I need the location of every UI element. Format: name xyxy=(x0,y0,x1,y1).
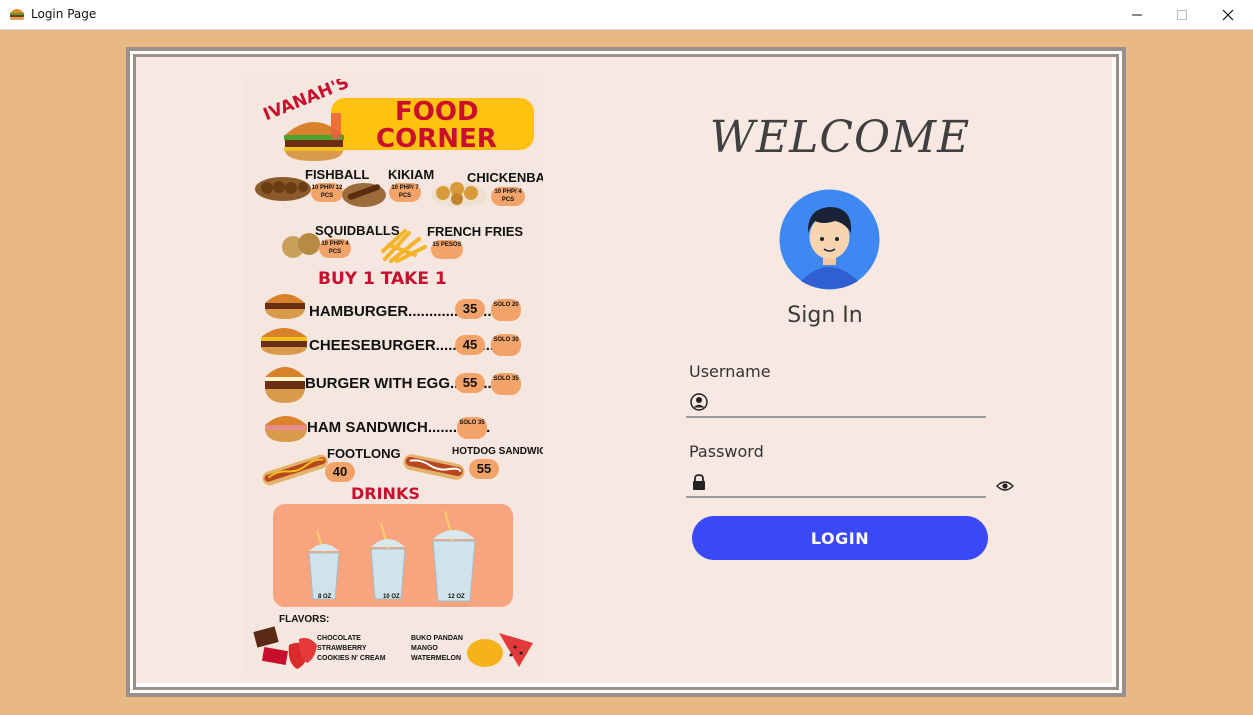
maximize-icon xyxy=(1177,9,1187,20)
drinks-title: DRINKS xyxy=(351,484,420,503)
burger-price: 45 xyxy=(455,335,485,355)
welcome-heading: WELCOME xyxy=(709,112,971,163)
footlong-name: FOOTLONG xyxy=(327,446,401,461)
drink-size-label: 12 OZ xyxy=(448,594,465,600)
fishball-image xyxy=(255,177,311,201)
snack-price: 15 PESOS xyxy=(431,240,463,259)
kikiam-image xyxy=(342,183,386,207)
burger-with-egg-image xyxy=(265,367,305,403)
burger-image xyxy=(284,113,344,161)
username-input[interactable] xyxy=(716,392,985,414)
user-icon xyxy=(690,393,708,411)
drink-cup-8oz-icon xyxy=(308,530,340,600)
flavor-item: MANGO xyxy=(411,645,438,652)
drink-cup-12oz-icon xyxy=(432,510,476,602)
flavors-title: FLAVORS: xyxy=(279,614,330,625)
flavor-item: BUKO PANDAN xyxy=(411,635,463,642)
signin-heading: Sign In xyxy=(787,303,863,328)
snack-price: 10 PHP/ 7 PCS xyxy=(389,183,421,202)
password-label: Password xyxy=(689,442,764,461)
burger-app-icon xyxy=(10,9,24,20)
window-titlebar: Login Page xyxy=(0,0,1253,30)
title-food: FOOD xyxy=(395,97,479,127)
password-input[interactable] xyxy=(716,472,985,494)
drink-size-label: 8 OZ xyxy=(318,594,332,600)
close-icon xyxy=(1222,9,1234,20)
snack-name: FRENCH FRIES xyxy=(427,224,524,239)
drink-size-label: 10 OZ xyxy=(383,594,400,600)
burger-price: 35 xyxy=(455,299,485,319)
snack-name: KIKIAM xyxy=(388,167,435,182)
menu-poster: IVANAH'S FOOD CORNER FISHBALL 10 PHP/ 12… xyxy=(243,79,543,679)
hotdog-name: HOTDOG SANDWICH xyxy=(452,446,543,457)
flavor-item: STRAWBERRY xyxy=(317,645,367,652)
flavor-item: CHOCOLATE xyxy=(317,635,361,642)
lock-icon xyxy=(693,474,705,490)
user-avatar-icon xyxy=(779,189,880,290)
show-password-eye-icon[interactable] xyxy=(996,479,1014,493)
burger-solo-price: SOLO 35 xyxy=(491,373,521,395)
maximize-button[interactable] xyxy=(1159,0,1205,29)
username-label: Username xyxy=(689,362,771,381)
hamburger-image xyxy=(265,294,305,319)
minimize-icon xyxy=(1132,14,1142,15)
footlong-image xyxy=(262,454,328,486)
password-field-wrapper xyxy=(686,470,986,498)
username-field-wrapper xyxy=(686,390,986,418)
snack-price: 10 PHP/ 4 PCS xyxy=(491,187,525,206)
mango-watermelon-image xyxy=(467,633,533,667)
snack-name: CHICKENBALL xyxy=(467,170,543,185)
cheeseburger-image xyxy=(261,328,307,355)
title-corner: CORNER xyxy=(376,124,497,154)
burger-solo-price: SOLO 20 xyxy=(491,299,521,321)
flavor-item: COOKIES N' CREAM xyxy=(317,655,386,662)
snack-price: 10 PHP/ 4 PCS xyxy=(319,239,351,258)
minimize-button[interactable] xyxy=(1114,0,1160,29)
drink-cup-10oz-icon xyxy=(370,522,406,600)
hotdog-price: 55 xyxy=(469,459,499,479)
flavor-item: WATERMELON xyxy=(411,655,462,662)
burger-solo-price: SOLO 30 xyxy=(491,334,521,356)
login-button[interactable]: LOGIN xyxy=(692,516,988,560)
burger-solo-price: SOLO 35 xyxy=(457,417,487,439)
french-fries-image xyxy=(381,229,427,263)
promo-title: BUY 1 TAKE 1 xyxy=(318,269,447,289)
chocolate-strawberry-image xyxy=(253,626,317,669)
snack-price: 10 PHP/ 12 PCS xyxy=(311,183,343,202)
footlong-price: 40 xyxy=(325,462,355,482)
ham-sandwich-image xyxy=(265,416,307,442)
close-button[interactable] xyxy=(1205,0,1251,29)
burger-price: 55 xyxy=(455,373,485,393)
window-title: Login Page xyxy=(31,7,97,21)
